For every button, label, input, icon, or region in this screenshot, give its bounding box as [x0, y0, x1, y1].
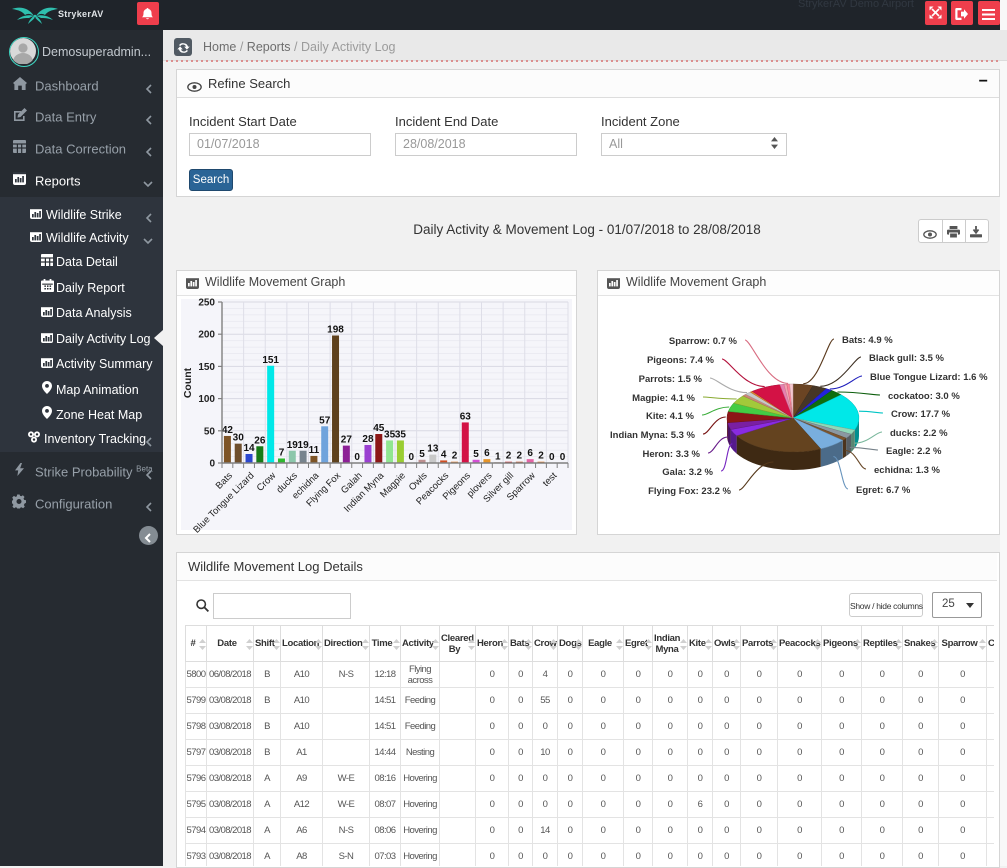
- svg-text:0: 0: [209, 459, 215, 470]
- svg-text:250: 250: [198, 298, 215, 309]
- svg-text:5: 5: [473, 449, 479, 460]
- svg-text:151: 151: [262, 355, 279, 366]
- svg-text:11: 11: [309, 445, 320, 456]
- svg-text:0: 0: [560, 452, 566, 463]
- svg-text:Flying Fox: 23.2 %: Flying Fox: 23.2 %: [648, 486, 731, 497]
- svg-text:Pigeons: 7.4 %: Pigeons: 7.4 %: [647, 355, 715, 366]
- svg-text:2: 2: [517, 451, 523, 462]
- svg-text:1: 1: [495, 451, 501, 462]
- svg-text:0: 0: [549, 452, 555, 463]
- svg-text:Sparrow: 0.7 %: Sparrow: 0.7 %: [669, 336, 738, 347]
- svg-text:200: 200: [198, 330, 215, 341]
- svg-text:Eagle: 2.2 %: Eagle: 2.2 %: [886, 446, 942, 457]
- svg-text:4: 4: [441, 449, 447, 460]
- svg-text:100: 100: [198, 394, 215, 405]
- svg-text:63: 63: [460, 411, 472, 422]
- svg-text:2: 2: [538, 451, 544, 462]
- svg-text:28: 28: [362, 434, 374, 445]
- svg-text:19: 19: [298, 440, 310, 451]
- svg-text:Egret: 6.7 %: Egret: 6.7 %: [856, 485, 911, 496]
- svg-text:2: 2: [506, 451, 512, 462]
- svg-text:35: 35: [395, 429, 407, 440]
- svg-text:Black gull: 3.5 %: Black gull: 3.5 %: [869, 353, 945, 364]
- svg-text:Indian Myna: 5.3 %: Indian Myna: 5.3 %: [610, 430, 696, 441]
- svg-text:26: 26: [254, 435, 266, 446]
- svg-text:6: 6: [484, 448, 490, 459]
- svg-text:Crow: 17.7 %: Crow: 17.7 %: [891, 409, 951, 420]
- svg-text:27: 27: [341, 435, 353, 446]
- svg-text:Heron: 3.3 %: Heron: 3.3 %: [642, 449, 700, 460]
- svg-text:2: 2: [452, 451, 458, 462]
- svg-text:cockatoo: 3.0 %: cockatoo: 3.0 %: [888, 391, 960, 402]
- svg-text:Parrots: 1.5 %: Parrots: 1.5 %: [639, 374, 703, 385]
- svg-text:5: 5: [419, 449, 425, 460]
- svg-text:Gala: 3.2 %: Gala: 3.2 %: [662, 467, 713, 478]
- svg-text:Bats: 4.9 %: Bats: 4.9 %: [842, 335, 893, 346]
- svg-text:Count: Count: [182, 367, 194, 398]
- svg-text:0: 0: [408, 452, 414, 463]
- svg-text:0: 0: [354, 452, 360, 463]
- svg-text:6: 6: [527, 448, 533, 459]
- svg-text:7: 7: [279, 447, 285, 458]
- svg-text:echidna: 1.3 %: echidna: 1.3 %: [874, 465, 941, 476]
- svg-text:Blue Tongue Lizard: 1.6 %: Blue Tongue Lizard: 1.6 %: [870, 372, 988, 383]
- svg-text:Kite: 4.1 %: Kite: 4.1 %: [646, 411, 695, 422]
- svg-text:ducks: 2.2 %: ducks: 2.2 %: [890, 428, 948, 439]
- svg-text:198: 198: [327, 324, 344, 335]
- svg-text:150: 150: [198, 362, 215, 373]
- svg-text:50: 50: [204, 426, 216, 437]
- svg-text:57: 57: [319, 415, 331, 426]
- svg-text:35: 35: [384, 429, 396, 440]
- svg-text:13: 13: [427, 444, 439, 455]
- svg-text:Magpie: 4.1 %: Magpie: 4.1 %: [632, 393, 695, 404]
